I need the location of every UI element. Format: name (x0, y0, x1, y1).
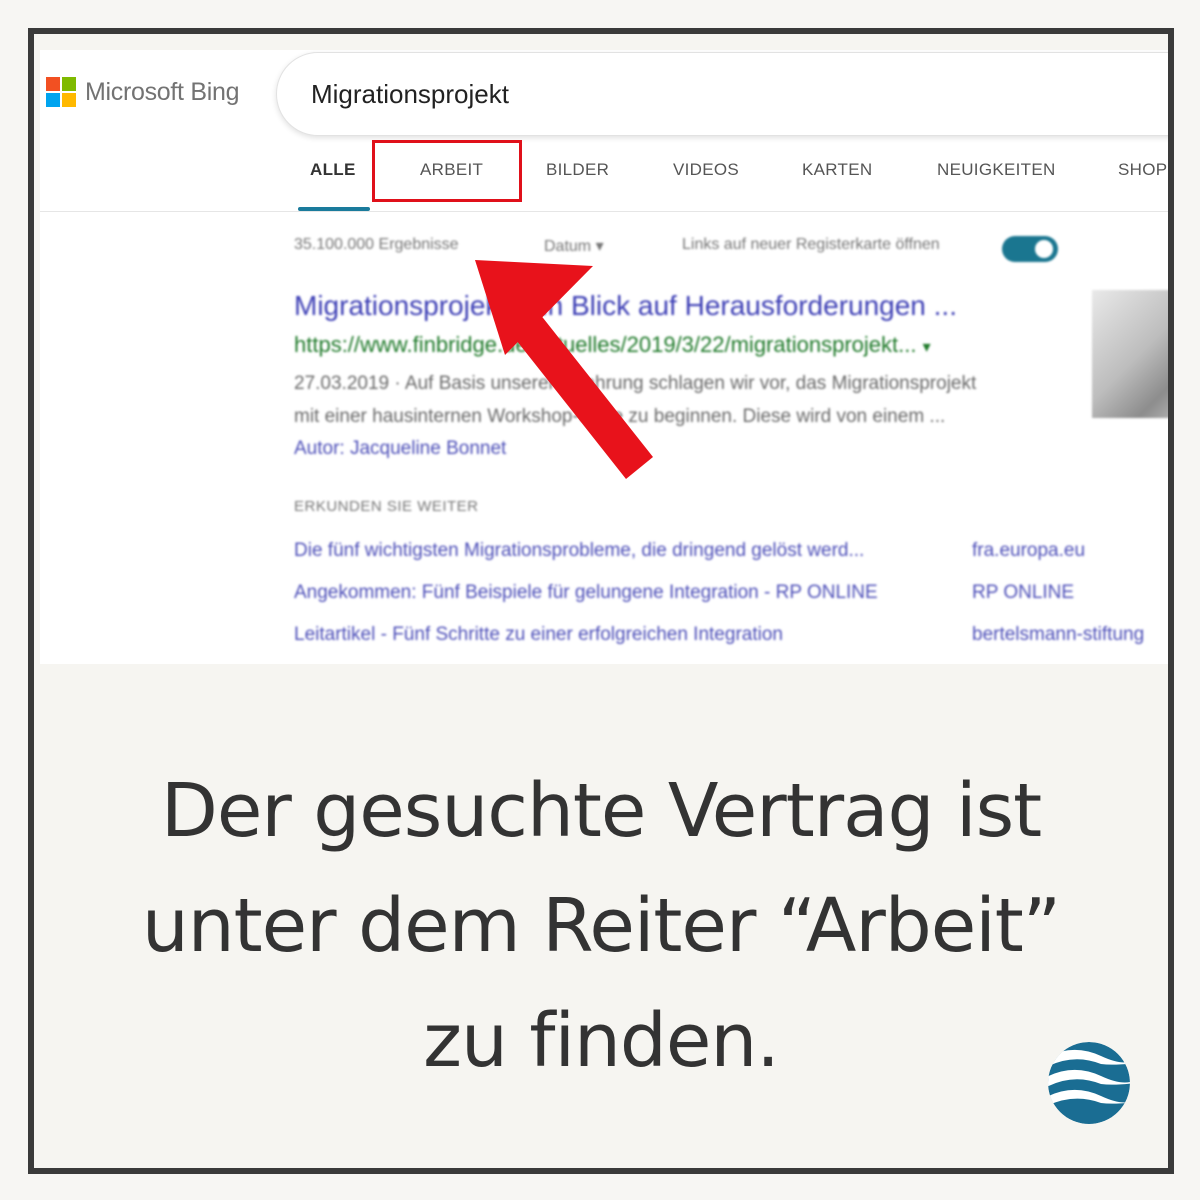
result-count: 35.100.000 Ergebnisse (294, 236, 459, 253)
tab-label: NEUIGKEITEN (937, 160, 1056, 179)
tab-bilder[interactable]: BILDER (546, 145, 609, 211)
tab-label: SHOP (1118, 160, 1168, 179)
explore-link[interactable]: Leitartikel - Fünf Schritte zu einer erf… (294, 624, 783, 646)
tab-neuigkeiten[interactable]: NEUIGKEITEN (937, 145, 1056, 211)
caption: Der gesuchte Vertrag ist unter dem Reite… (74, 754, 1128, 1099)
search-tabs: ALLE ARBEIT BILDER VIDEOS KARTEN NEUIGKE… (40, 145, 1168, 212)
red-arrow-icon (475, 260, 653, 479)
tab-label: BILDER (546, 160, 610, 179)
explore-link[interactable]: Angekommen: Fünf Beispiele für gelungene… (294, 582, 878, 604)
new-tab-label: Links auf neuer Registerkarte öffnen (682, 236, 940, 253)
search-input[interactable] (311, 75, 1151, 113)
caption-line: zu finden. (423, 998, 780, 1084)
tab-karten[interactable]: KARTEN (802, 145, 872, 211)
bing-logo[interactable]: Microsoft Bing (46, 77, 239, 107)
explore-source[interactable]: RP ONLINE (972, 582, 1074, 604)
date-filter[interactable]: Datum ▾ (544, 236, 604, 256)
caret-down-icon: ▾ (922, 339, 931, 356)
microsoft-logo-icon (46, 77, 76, 107)
company-logo-icon (1048, 1042, 1130, 1124)
date-filter-label: Datum (544, 238, 592, 255)
active-tab-underline (298, 207, 370, 211)
search-box[interactable] (276, 52, 1168, 136)
frame: Microsoft Bing ALLE ARBEIT BILDER VIDEOS… (28, 28, 1174, 1174)
tab-label: KARTEN (802, 160, 873, 179)
tab-alle[interactable]: ALLE (298, 145, 370, 211)
explore-heading: ERKUNDEN SIE WEITER (294, 498, 479, 515)
tab-label: ALLE (310, 160, 356, 179)
caret-down-icon: ▾ (595, 238, 604, 255)
tab-shop[interactable]: SHOP (1118, 145, 1167, 211)
explore-source[interactable]: bertelsmann-stiftung (972, 624, 1144, 646)
brand-name: Microsoft Bing (85, 77, 240, 106)
caption-line: Der gesuchte Vertrag ist (160, 768, 1042, 854)
result-thumbnail[interactable] (1092, 290, 1168, 418)
explore-source[interactable]: fra.europa.eu (972, 540, 1085, 562)
explore-link[interactable]: Die fünf wichtigsten Migrationsprobleme,… (294, 540, 864, 562)
caption-line: unter dem Reiter “Arbeit” (141, 883, 1061, 969)
tab-label: VIDEOS (673, 160, 740, 179)
new-tab-toggle[interactable] (1002, 236, 1058, 262)
arbeit-highlight-box (372, 140, 522, 202)
bing-screenshot: Microsoft Bing ALLE ARBEIT BILDER VIDEOS… (40, 50, 1168, 664)
tab-videos[interactable]: VIDEOS (673, 145, 739, 211)
